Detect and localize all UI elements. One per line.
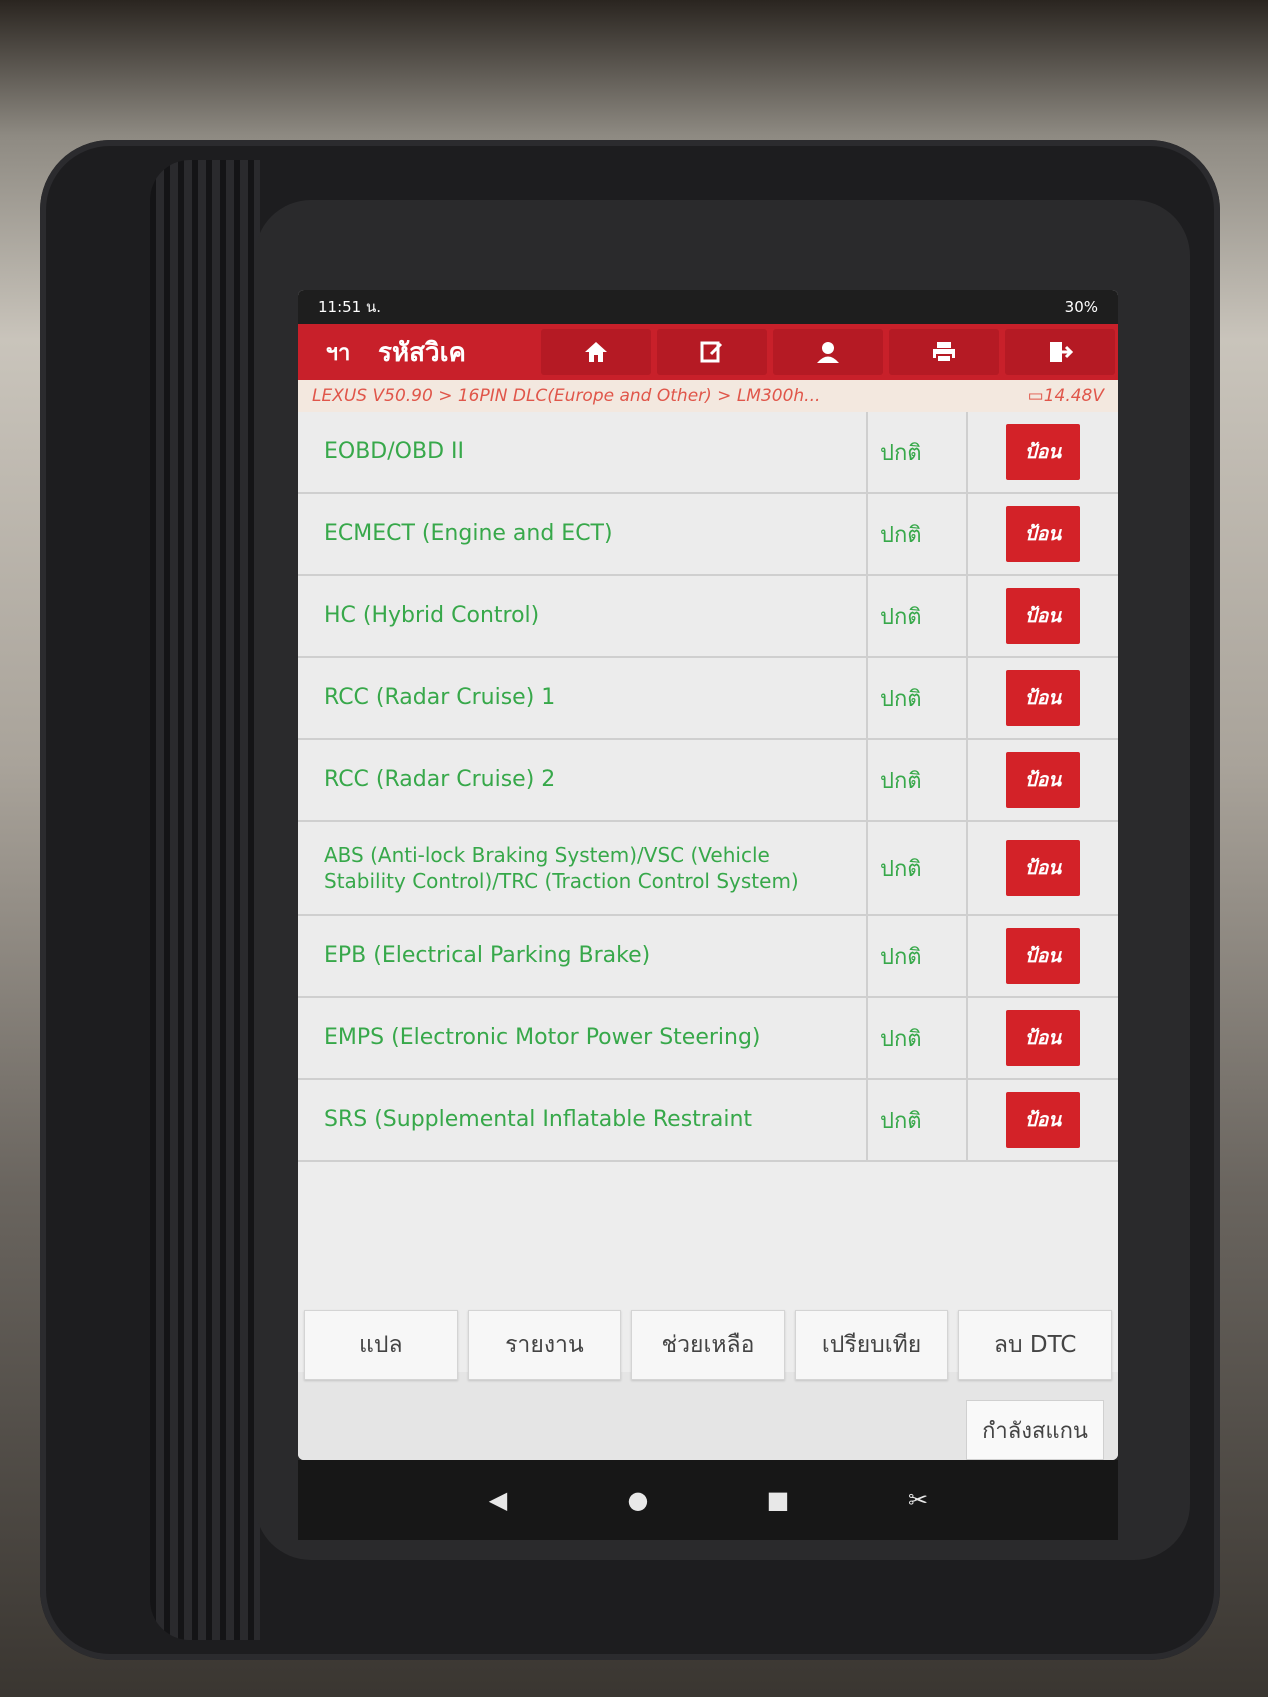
user-icon [817,342,839,363]
user-button[interactable] [773,329,883,375]
translate-button[interactable]: แปล [304,1310,458,1380]
compare-button[interactable]: เปรียบเทีย [794,1310,949,1380]
enter-button[interactable]: ป้อน [1006,424,1080,480]
list-item: EMPS (Electronic Motor Power Steering) ป… [298,998,1118,1080]
system-status: ปกติ [868,998,968,1078]
app-screen: 11:51 น. 30% ฯา รหัสวิเค LEXUS V50.90 > … [298,290,1118,1460]
battery-icon: ▭ [1027,386,1044,406]
system-name: EMPS (Electronic Motor Power Steering) [298,998,868,1078]
system-status: ปกติ [868,494,968,574]
list-item: HC (Hybrid Control) ปกติ ป้อน [298,576,1118,658]
page-title: รหัสวิเค [378,337,466,368]
system-name: ABS (Anti-lock Braking System)/VSC (Vehi… [298,822,868,914]
system-name: SRS (Supplemental Inflatable Restraint [298,1080,868,1160]
exit-icon [1050,342,1073,362]
clear-dtc-button[interactable]: ลบ DTC [958,1310,1112,1380]
status-time: 11:51 น. [318,298,382,316]
system-name: EOBD/OBD II [298,412,868,492]
home-icon [585,342,607,362]
print-button[interactable] [889,329,999,375]
enter-button[interactable]: ป้อน [1006,506,1080,562]
voltage-value: 14.48V [1043,386,1104,406]
system-status: ปกติ [868,1080,968,1160]
back-nav-icon[interactable]: ◀ [483,1485,513,1515]
status-bar: 11:51 น. 30% [298,290,1118,324]
battery-level: 30% [1064,298,1098,316]
system-name: RCC (Radar Cruise) 2 [298,740,868,820]
system-status: ปกติ [868,412,968,492]
list-item: EPB (Electrical Parking Brake) ปกติ ป้อน [298,916,1118,998]
system-name: ECMECT (Engine and ECT) [298,494,868,574]
enter-button[interactable]: ป้อน [1006,1010,1080,1066]
android-nav-bar: ◀ ● ■ ✂ [298,1460,1118,1540]
list-item: EOBD/OBD II ปกติ ป้อน [298,412,1118,494]
top-toolbar: ฯา รหัสวิเค [298,324,1118,380]
enter-button[interactable]: ป้อน [1006,840,1080,896]
home-nav-icon[interactable]: ● [623,1485,653,1515]
home-button[interactable] [541,329,651,375]
edit-icon [700,341,723,363]
enter-button[interactable]: ป้อน [1006,928,1080,984]
action-bar: แปล รายงาน ช่วยเหลือ เปรียบเทีย ลบ DTC [298,1310,1118,1380]
breadcrumb: LEXUS V50.90 > 16PIN DLC(Europe and Othe… [298,380,1118,412]
edit-button[interactable] [657,329,767,375]
voltage-readout: ▭14.48V [1028,386,1104,406]
system-status: ปกติ [868,576,968,656]
system-status: ปกติ [868,822,968,914]
system-status: ปกติ [868,740,968,820]
screenshot-icon[interactable]: ✂ [903,1485,933,1515]
enter-button[interactable]: ป้อน [1006,670,1080,726]
breadcrumb-path: LEXUS V50.90 > 16PIN DLC(Europe and Othe… [312,386,821,406]
enter-button[interactable]: ป้อน [1006,588,1080,644]
system-status: ปกติ [868,916,968,996]
report-button[interactable]: รายงาน [467,1310,622,1380]
list-item: SRS (Supplemental Inflatable Restraint ป… [298,1080,1118,1162]
printer-icon [933,342,955,363]
system-name: RCC (Radar Cruise) 1 [298,658,868,738]
exit-button[interactable] [1005,329,1115,375]
system-status: ปกติ [868,658,968,738]
scanning-button[interactable]: กำลังสแกน [966,1400,1104,1460]
list-item: ECMECT (Engine and ECT) ปกติ ป้อน [298,494,1118,576]
list-item: RCC (Radar Cruise) 2 ปกติ ป้อน [298,740,1118,822]
system-name: EPB (Electrical Parking Brake) [298,916,868,996]
back-button[interactable]: ฯา [298,335,378,370]
help-button[interactable]: ช่วยเหลือ [631,1310,785,1380]
list-item: RCC (Radar Cruise) 1 ปกติ ป้อน [298,658,1118,740]
system-name: HC (Hybrid Control) [298,576,868,656]
tablet-grip [150,160,260,1640]
system-list: EOBD/OBD II ปกติ ป้อน ECMECT (Engine and… [298,412,1118,1162]
list-item: ABS (Anti-lock Braking System)/VSC (Vehi… [298,822,1118,916]
recents-nav-icon[interactable]: ■ [763,1485,793,1515]
enter-button[interactable]: ป้อน [1006,1092,1080,1148]
enter-button[interactable]: ป้อน [1006,752,1080,808]
